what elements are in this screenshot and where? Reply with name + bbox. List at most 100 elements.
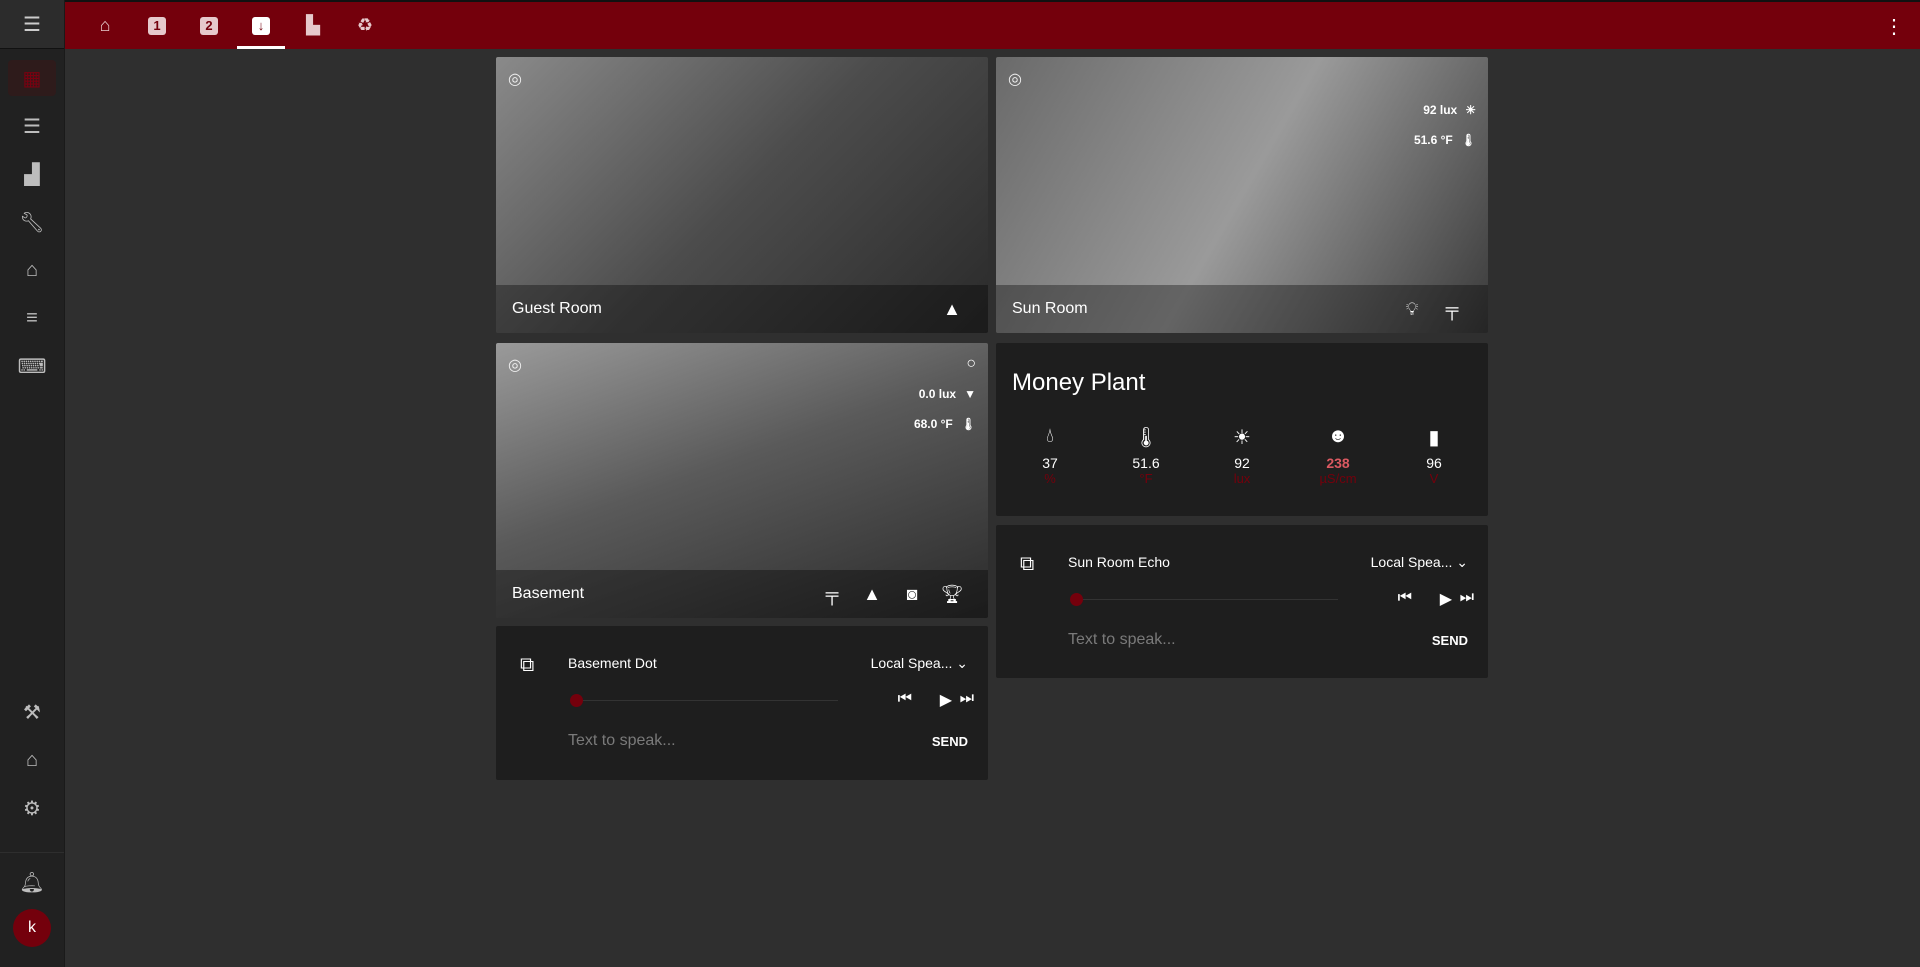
- home-plus-icon: ⌂: [25, 258, 39, 281]
- player-title: Basement Dot: [568, 655, 657, 671]
- camera-name: Basement: [512, 585, 585, 602]
- sidebar-item-developer-tools[interactable]: 🔧︎: [8, 204, 56, 240]
- sidebar-item-hacs[interactable]: ⌂: [8, 252, 56, 288]
- divider: [0, 852, 64, 853]
- media-player-basement-dot: ⧉ Basement Dot Local Spea... ⌄ ⏮︎ ▶ ⏭︎ T…: [496, 626, 988, 780]
- top-toolbar: ⌂ 1 2 ↓ ▙ ♻ ⋮: [65, 0, 1920, 49]
- sun-icon: ☀: [1465, 103, 1476, 117]
- lightbulb-icon[interactable]: 💡︎: [1392, 299, 1432, 320]
- camera-status-icon: ◎: [1008, 71, 1022, 88]
- thermometer-icon: 🌡︎: [1460, 133, 1476, 147]
- tab-view-2[interactable]: 2: [183, 2, 235, 49]
- camera-card-guest-room[interactable]: ◎ Guest Room ▲: [496, 57, 988, 333]
- floor-lamp-icon[interactable]: ╤: [812, 584, 852, 605]
- hamburger-icon: ☰: [23, 13, 41, 36]
- battery-icon: ▮: [1428, 427, 1440, 449]
- plant-attr-battery[interactable]: ▮ 96 V: [1404, 425, 1464, 486]
- camera-name: Sun Room: [1012, 300, 1088, 317]
- plant-attr-conductivity[interactable]: ☻ 238 µS/cm: [1308, 425, 1368, 486]
- temperature-badge: 68.0 °F 🌡︎: [913, 417, 976, 431]
- plant-attr-brightness[interactable]: ☀ 92 lux: [1212, 425, 1272, 486]
- lux-badge: 0.0 lux ▼: [918, 387, 976, 401]
- temperature-badge: 51.6 °F 🌡︎: [1413, 133, 1476, 147]
- download-box-icon: ↓: [252, 16, 270, 35]
- terminal-icon: ⌨: [17, 355, 47, 378]
- tab-chart[interactable]: ▙: [287, 2, 339, 49]
- sidebar-item-supervisor[interactable]: ⌂: [8, 742, 56, 778]
- timeline-icon: ≡: [26, 306, 38, 329]
- tts-input[interactable]: Text to speak...: [568, 732, 676, 750]
- lux-badge: 92 lux ☀: [1423, 103, 1476, 117]
- numeric-1-box-icon: 1: [148, 16, 166, 35]
- thermometer-icon: 🌡︎: [1133, 427, 1159, 449]
- sidebar-item-history[interactable]: ▟: [8, 156, 56, 192]
- sidebar-item-energy[interactable]: ≡: [8, 300, 56, 336]
- tab-view-1[interactable]: 1: [131, 2, 183, 49]
- sidebar-item-logbook[interactable]: ☰: [8, 108, 56, 144]
- send-button[interactable]: SEND: [932, 734, 968, 749]
- camera-status-icon: ◎: [508, 357, 522, 374]
- ceiling-light-icon[interactable]: ▲: [932, 299, 972, 320]
- washing-machine-icon[interactable]: ◙: [892, 584, 932, 605]
- cast-icon: ⧉: [520, 654, 535, 676]
- play-icon[interactable]: ▶: [1440, 589, 1452, 609]
- plant-attr-moisture[interactable]: 💧︎ 37%: [1020, 425, 1080, 486]
- avatar[interactable]: k: [13, 909, 51, 947]
- chevron-down-icon: ⌄: [956, 655, 968, 671]
- overflow-menu-button[interactable]: ⋮: [1884, 14, 1904, 39]
- trophy-icon[interactable]: 🏆︎: [932, 584, 972, 605]
- next-track-button[interactable]: ⏭︎: [1460, 589, 1474, 607]
- hammer-icon: ⚒: [23, 701, 41, 724]
- grid-icon: ▦: [22, 67, 42, 90]
- fertilizer-icon: ☻: [1327, 425, 1349, 447]
- plant-attr-temperature[interactable]: 🌡︎ 51.6 °F: [1116, 425, 1176, 486]
- camera-card-sun-room[interactable]: ◎ 92 lux ☀ 51.6 °F 🌡︎ Sun Room 💡︎ ╤: [996, 57, 1488, 333]
- camera-footer: Basement ╤ ▲ ◙ 🏆︎: [496, 570, 988, 618]
- volume-slider[interactable]: [1070, 599, 1338, 600]
- sidebar-item-settings[interactable]: ⚙: [8, 790, 56, 826]
- tts-input[interactable]: Text to speak...: [1068, 631, 1176, 649]
- slider-handle[interactable]: [1070, 593, 1083, 606]
- source-select[interactable]: Local Spea... ⌄: [871, 655, 968, 672]
- status-circle-icon: ○: [966, 355, 976, 372]
- sidebar-item-terminal[interactable]: ⌨: [8, 348, 56, 384]
- cast-icon: ⧉: [1020, 553, 1035, 575]
- source-select[interactable]: Local Spea... ⌄: [1371, 554, 1468, 571]
- menu-toggle[interactable]: ☰: [0, 0, 64, 49]
- water-icon: 💧︎: [1046, 425, 1054, 447]
- flashlight-icon: ▼: [964, 387, 976, 401]
- plant-card: Money Plant 💧︎ 37% 🌡︎ 51.6 °F ☀ 92 lux ☻ 238 µS…: [996, 343, 1488, 516]
- dots-vertical-icon: ⋮: [1884, 16, 1904, 38]
- slider-handle[interactable]: [570, 694, 583, 707]
- sidebar-item-notifications[interactable]: 🔔︎: [8, 864, 56, 900]
- camera-status-icon: ◎: [508, 71, 522, 88]
- tab-recycle[interactable]: ♻: [339, 2, 391, 49]
- camera-card-basement[interactable]: ◎ ○ 0.0 lux ▼ 68.0 °F 🌡︎ Basement ╤ ▲ ◙ 🏆︎: [496, 343, 988, 618]
- chart-icon: ▟: [24, 163, 40, 186]
- tab-home[interactable]: ⌂: [79, 2, 131, 49]
- ceiling-light-icon[interactable]: ▲: [852, 584, 892, 605]
- previous-track-button[interactable]: ⏮︎: [1398, 589, 1412, 607]
- floor-lamp-icon[interactable]: ╤: [1432, 299, 1472, 320]
- recycle-icon: ♻: [356, 15, 374, 35]
- home-assistant-icon: ⌂: [25, 748, 39, 771]
- send-button[interactable]: SEND: [1432, 633, 1468, 648]
- tab-download[interactable]: ↓: [235, 2, 287, 49]
- thermometer-icon: 🌡︎: [960, 417, 976, 431]
- volume-slider[interactable]: [570, 700, 838, 701]
- wrench-icon: 🔧︎: [19, 211, 45, 234]
- play-icon[interactable]: ▶: [940, 690, 952, 710]
- home-icon: ⌂: [99, 15, 111, 35]
- bell-icon: 🔔︎: [19, 871, 45, 894]
- camera-footer: Guest Room ▲: [496, 285, 988, 333]
- bar-chart-icon: ▙: [306, 15, 320, 35]
- gear-icon: ⚙: [23, 797, 41, 820]
- sidebar-item-tools[interactable]: ⚒: [8, 694, 56, 730]
- list-icon: ☰: [23, 115, 41, 138]
- plant-title: Money Plant: [1012, 369, 1146, 396]
- camera-footer: Sun Room 💡︎ ╤: [996, 285, 1488, 333]
- previous-track-button[interactable]: ⏮︎: [898, 690, 912, 708]
- next-track-button[interactable]: ⏭︎: [960, 690, 974, 708]
- player-title: Sun Room Echo: [1068, 554, 1170, 570]
- sidebar-item-dashboard[interactable]: ▦: [8, 60, 56, 96]
